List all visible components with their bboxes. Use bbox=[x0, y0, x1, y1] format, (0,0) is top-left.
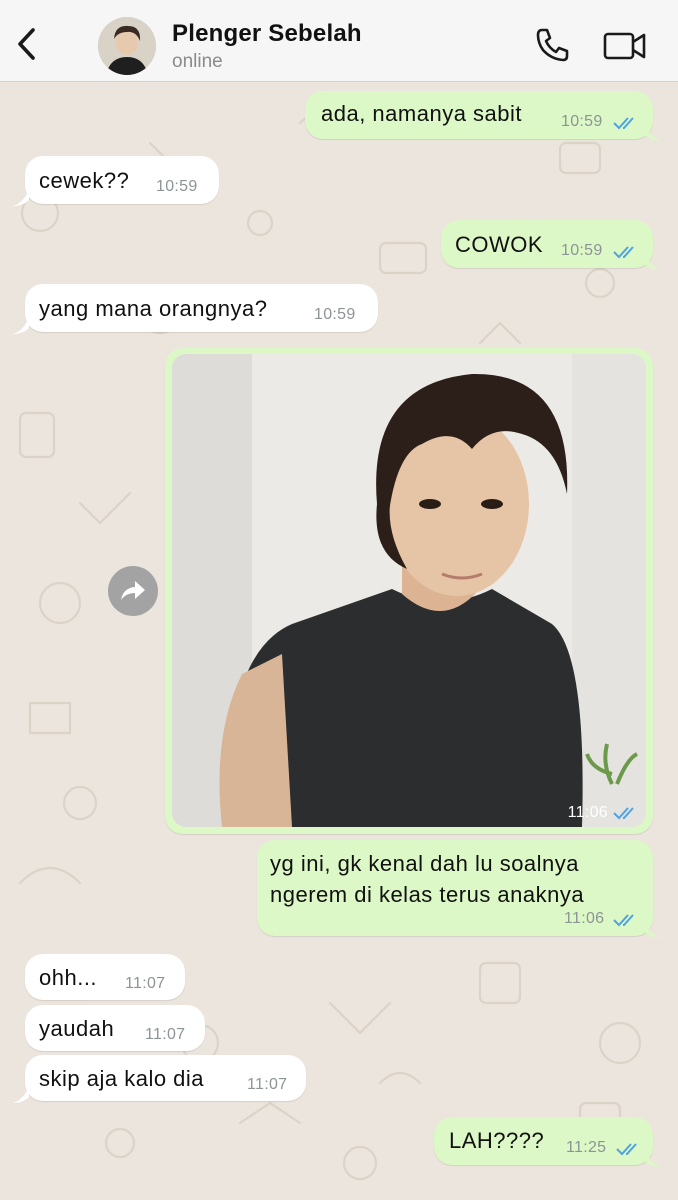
bubble-tail bbox=[13, 1085, 29, 1103]
message-photo[interactable]: 11:06 bbox=[165, 348, 653, 834]
message-time: 10:59 bbox=[156, 178, 198, 195]
message-outgoing[interactable]: LAH???? 11:25 bbox=[434, 1117, 653, 1165]
message-text: ada, namanya sabit bbox=[321, 101, 523, 126]
message-text: cewek?? bbox=[39, 168, 130, 193]
bubble-tail bbox=[645, 123, 661, 141]
contact-status: online bbox=[172, 51, 223, 72]
message-text: yang mana orangnya? bbox=[39, 296, 268, 321]
message-text: yaudah bbox=[39, 1016, 115, 1041]
message-incoming[interactable]: ohh... 11:07 bbox=[25, 954, 185, 1000]
message-time: 10:59 bbox=[314, 306, 356, 323]
message-time: 11:07 bbox=[145, 1026, 186, 1043]
read-receipt-icon bbox=[616, 1143, 637, 1156]
read-receipt-icon bbox=[613, 914, 634, 927]
back-button[interactable] bbox=[10, 24, 42, 64]
bubble-tail bbox=[645, 252, 661, 270]
read-receipt-icon bbox=[613, 807, 634, 820]
message-text: ohh... bbox=[39, 965, 98, 990]
chat-area[interactable]: ada, namanya sabit 10:59 cewek?? 10:59 C… bbox=[0, 83, 678, 1200]
bubble-tail bbox=[645, 1149, 661, 1167]
message-time: 11:07 bbox=[125, 975, 166, 992]
message-text: skip aja kalo dia bbox=[39, 1066, 205, 1091]
forward-arrow-icon bbox=[121, 581, 145, 600]
message-time: 11:25 bbox=[566, 1139, 607, 1156]
message-incoming[interactable]: yaudah 11:07 bbox=[25, 1005, 205, 1051]
video-camera-icon bbox=[603, 32, 646, 60]
bubble-tail bbox=[645, 920, 661, 938]
message-outgoing[interactable]: yg ini, gk kenal dah lu soalnya ngerem d… bbox=[257, 840, 653, 936]
message-text: LAH???? bbox=[449, 1128, 545, 1153]
message-incoming[interactable]: skip aja kalo dia 11:07 bbox=[25, 1055, 306, 1101]
message-time: 11:06 bbox=[564, 910, 605, 927]
message-text: COWOK bbox=[455, 232, 544, 257]
avatar[interactable] bbox=[98, 17, 156, 75]
bubble-tail bbox=[13, 188, 29, 206]
message-text-line1: yg ini, gk kenal dah lu soalnya bbox=[270, 851, 580, 876]
message-time: 11:07 bbox=[247, 1076, 288, 1093]
chevron-left-icon bbox=[18, 28, 35, 60]
read-receipt-icon bbox=[613, 246, 634, 259]
message-incoming[interactable]: yang mana orangnya? 10:59 bbox=[25, 284, 378, 332]
message-incoming[interactable]: cewek?? 10:59 bbox=[25, 156, 219, 204]
bubble-tail bbox=[13, 316, 29, 334]
chat-header: Plenger Sebelah online bbox=[0, 0, 678, 82]
message-time: 10:59 bbox=[561, 242, 603, 259]
phone-icon bbox=[536, 28, 569, 62]
read-receipt-icon bbox=[613, 117, 634, 130]
shared-photo[interactable] bbox=[172, 354, 646, 827]
voice-call-button[interactable] bbox=[534, 26, 572, 64]
contact-name[interactable]: Plenger Sebelah bbox=[172, 20, 362, 48]
forward-button[interactable] bbox=[108, 566, 158, 616]
message-outgoing[interactable]: ada, namanya sabit 10:59 bbox=[305, 91, 653, 139]
message-text-line2: ngerem di kelas terus anaknya bbox=[270, 882, 585, 907]
message-time: 11:06 bbox=[567, 804, 608, 821]
message-time: 10:59 bbox=[561, 113, 603, 130]
video-call-button[interactable] bbox=[602, 30, 648, 62]
message-outgoing[interactable]: COWOK 10:59 bbox=[441, 220, 653, 268]
